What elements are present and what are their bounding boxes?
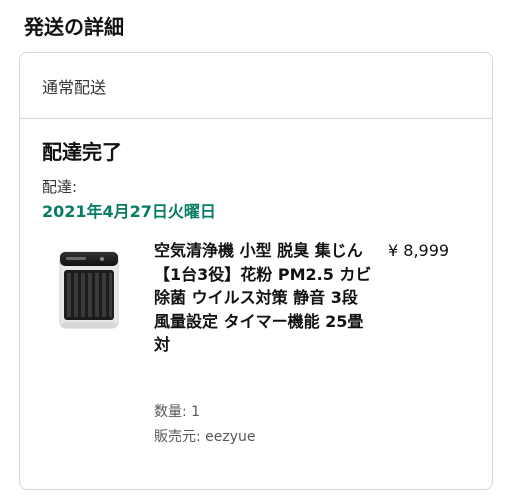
product-price: ¥ 8,999 [388,241,450,260]
product-title-link[interactable]: 空気清浄機 小型 脱臭 集じん【1台3役】花粉 PM2.5 カビ 除菌 ウイルス… [154,239,374,357]
shipping-method: 通常配送 [42,77,107,97]
delivery-label: 配達: [42,178,78,196]
air-purifier-product-image [59,251,119,329]
delivery-status: 配達完了 [42,140,122,164]
delivery-date: 2021年4月27日火曜日 [42,202,216,221]
product-quantity: 数量: 1 [154,404,201,420]
product-image[interactable] [54,246,124,332]
page-title: 発送の詳細 [24,15,124,39]
shipment-card: 通常配送 配達完了 配達: 2021年4月27日火曜日 空気清浄機 小型 脱臭 … [19,52,493,490]
product-seller: 販売元: eezyue [154,429,256,445]
shipment-header: 通常配送 [20,53,492,119]
